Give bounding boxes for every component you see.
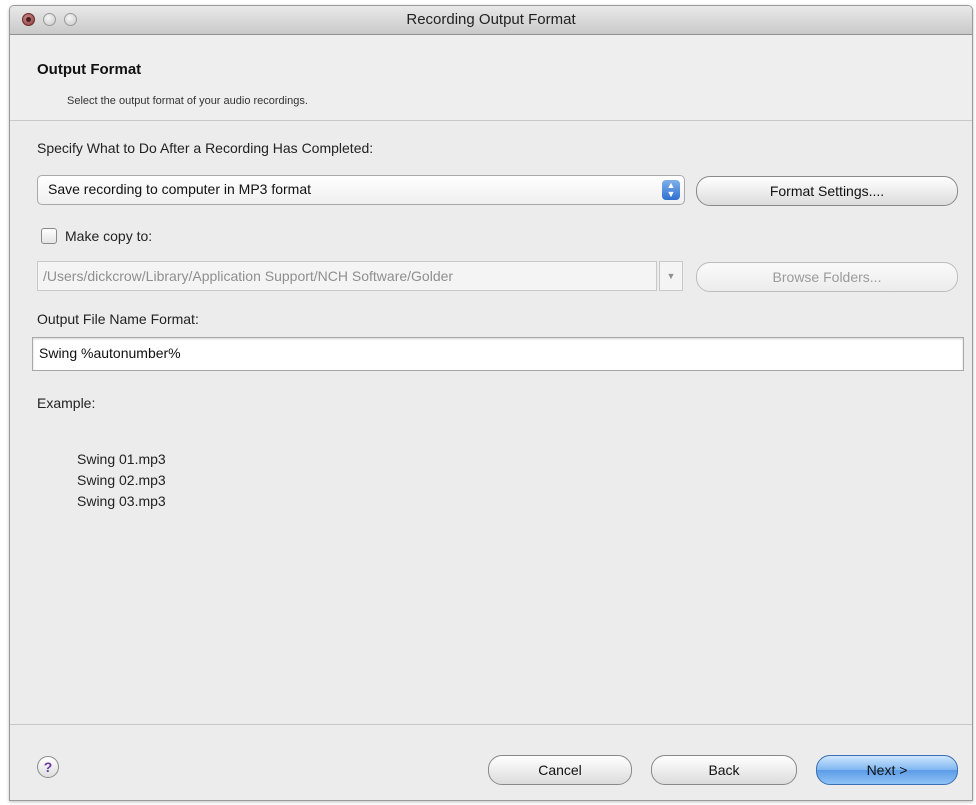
window-title: Recording Output Format bbox=[406, 11, 576, 28]
wizard-header: Output Format Select the output format o… bbox=[10, 35, 972, 121]
after-recording-select[interactable]: Save recording to computer in MP3 format… bbox=[37, 175, 685, 205]
next-button[interactable]: Next > bbox=[816, 755, 958, 785]
cancel-button[interactable]: Cancel bbox=[488, 755, 632, 785]
example-line: Swing 03.mp3 bbox=[77, 493, 166, 509]
help-icon[interactable]: ? bbox=[37, 756, 59, 778]
copy-path-input[interactable]: /Users/dickcrow/Library/Application Supp… bbox=[37, 261, 657, 291]
filename-format-input[interactable]: Swing %autonumber% bbox=[32, 337, 964, 371]
browse-folders-button[interactable]: Browse Folders... bbox=[696, 262, 958, 292]
dialog-window: Recording Output Format Output Format Se… bbox=[9, 5, 973, 801]
back-button[interactable]: Back bbox=[651, 755, 797, 785]
format-settings-button[interactable]: Format Settings.... bbox=[696, 176, 958, 206]
page-title: Output Format bbox=[37, 61, 142, 78]
footer-bar: ? Cancel Back Next > bbox=[10, 724, 972, 800]
example-label: Example: bbox=[37, 395, 96, 411]
example-line: Swing 02.mp3 bbox=[77, 472, 166, 488]
after-recording-label: Specify What to Do After a Recording Has… bbox=[37, 140, 374, 156]
filename-format-label: Output File Name Format: bbox=[37, 311, 199, 327]
up-down-arrows-icon: ▲ ▼ bbox=[662, 180, 680, 200]
chevron-down-icon[interactable]: ▼ bbox=[659, 261, 683, 291]
page-subtitle: Select the output format of your audio r… bbox=[67, 95, 308, 107]
title-bar[interactable]: Recording Output Format bbox=[10, 6, 972, 35]
example-line: Swing 01.mp3 bbox=[77, 451, 166, 467]
after-recording-select-value: Save recording to computer in MP3 format bbox=[48, 181, 312, 197]
make-copy-label: Make copy to: bbox=[65, 228, 153, 244]
make-copy-checkbox[interactable] bbox=[41, 228, 57, 244]
